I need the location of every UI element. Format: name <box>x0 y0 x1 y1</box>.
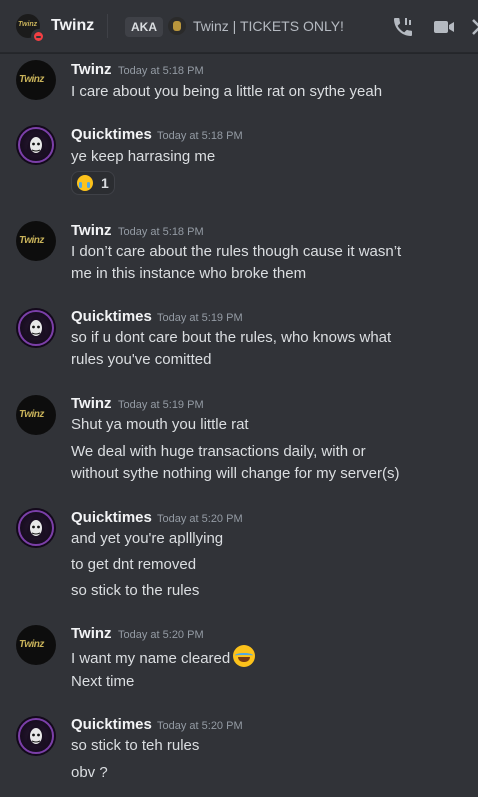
avatar[interactable]: Twinz <box>16 395 56 435</box>
channel-header: Twinz Twinz AKA Twinz | TICKETS ONLY! <box>0 0 478 53</box>
call-icon[interactable] <box>391 15 415 39</box>
message-text: Next time <box>71 673 135 690</box>
tear-shape <box>79 182 82 188</box>
message-author[interactable]: Twinz <box>71 395 112 412</box>
message-author[interactable]: Quicktimes <box>71 509 152 526</box>
reaction-button[interactable]: 1 <box>71 171 115 195</box>
message-text: so stick to teh rules <box>71 737 200 754</box>
avatar[interactable] <box>16 508 56 548</box>
message-text: I care about you being a little rat on s… <box>71 83 383 100</box>
message-timestamp: Today at 5:19 PM <box>157 312 243 324</box>
aka-badge[interactable]: AKA <box>125 17 163 37</box>
close-icon[interactable] <box>468 15 478 39</box>
message-timestamp: Today at 5:18 PM <box>118 226 204 238</box>
avatar-text: Twinz <box>19 639 44 650</box>
message-text: and yet you're aplllying <box>71 530 224 547</box>
message-author[interactable]: Twinz <box>71 61 112 78</box>
avatar[interactable] <box>16 308 56 348</box>
message-text: We deal with huge transactions daily, wi… <box>71 443 366 460</box>
server-tag-icon <box>168 17 186 35</box>
tear-shape <box>87 182 90 188</box>
header-username[interactable]: Twinz <box>51 17 94 35</box>
avatar[interactable] <box>16 716 56 756</box>
avatar-text: Twinz <box>19 409 44 420</box>
message-timestamp: Today at 5:18 PM <box>157 130 243 142</box>
message-text: me in this instance who broke them <box>71 265 307 282</box>
reaction-count: 1 <box>101 175 109 191</box>
avatar[interactable] <box>16 125 56 165</box>
header-avatar-text: Twinz <box>18 21 38 28</box>
header-avatar[interactable]: Twinz <box>16 14 46 44</box>
other-names[interactable]: Twinz | TICKETS ONLY! <box>193 18 344 34</box>
avatar-text: Twinz <box>19 235 44 246</box>
message-text-span: I want my name cleared <box>71 650 231 667</box>
message-author[interactable]: Twinz <box>71 625 112 642</box>
video-icon[interactable] <box>432 15 456 39</box>
message-text: obv ? <box>71 764 108 781</box>
joy-face-icon <box>233 645 256 667</box>
avatar[interactable]: Twinz <box>16 221 56 261</box>
message-text: ye keep harrasing me <box>71 148 216 165</box>
message-text: rules you've comitted <box>71 351 212 368</box>
dnd-status-icon <box>31 29 46 44</box>
message-author[interactable]: Quicktimes <box>71 126 152 143</box>
message-text: so if u dont care bout the rules, who kn… <box>71 329 392 346</box>
message-timestamp: Today at 5:19 PM <box>118 399 204 411</box>
message-timestamp: Today at 5:18 PM <box>118 65 204 77</box>
message-author[interactable]: Quicktimes <box>71 308 152 325</box>
message-text: without sythe nothing will change for my… <box>71 465 400 482</box>
header-divider <box>107 14 108 38</box>
avatar[interactable]: Twinz <box>16 625 56 665</box>
message-timestamp: Today at 5:20 PM <box>118 629 204 641</box>
message-timestamp: Today at 5:20 PM <box>157 720 243 732</box>
message-author[interactable]: Twinz <box>71 222 112 239</box>
message-text: to get dnt removed <box>71 556 197 573</box>
message-text: I don’t care about the rules though caus… <box>71 243 402 260</box>
message-text: so stick to the rules <box>71 582 200 599</box>
avatar[interactable]: Twinz <box>16 60 56 100</box>
message-text: I want my name cleared <box>71 645 466 670</box>
message-author[interactable]: Quicktimes <box>71 716 152 733</box>
message-timestamp: Today at 5:20 PM <box>157 513 243 525</box>
message-text: Shut ya mouth you little rat <box>71 416 249 433</box>
avatar-text: Twinz <box>19 74 44 85</box>
